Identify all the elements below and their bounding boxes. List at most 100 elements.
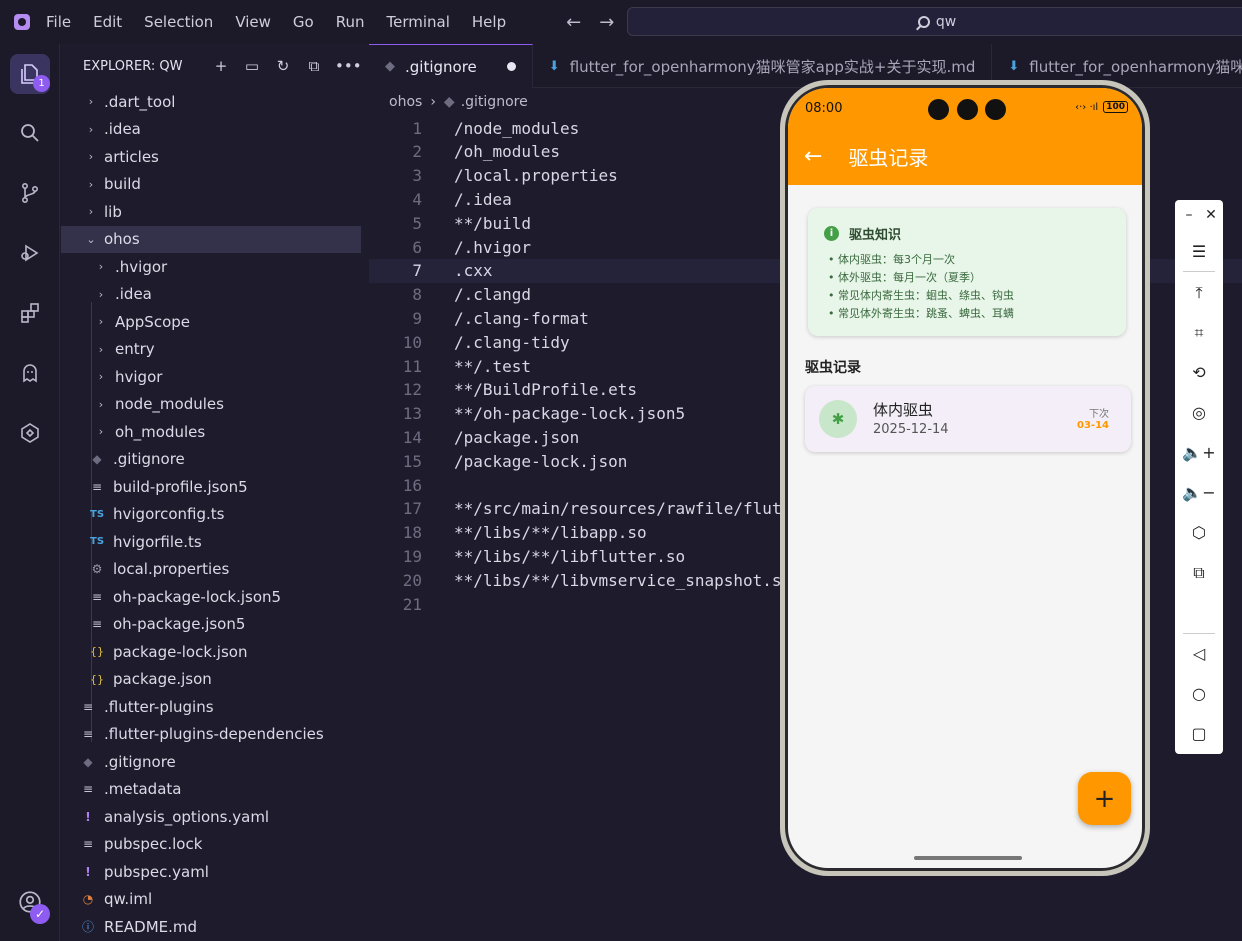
shake-icon[interactable]: ⬡: [1175, 521, 1223, 545]
tree-item[interactable]: ◔ qw.iml: [61, 886, 361, 913]
tree-item[interactable]: › lib: [61, 198, 361, 225]
tree-item[interactable]: › .idea: [61, 281, 361, 308]
line-text: /.hvigor: [454, 237, 532, 257]
add-record-button[interactable]: +: [1078, 772, 1131, 825]
tab-gitignore[interactable]: ◆ .gitignore: [369, 44, 533, 88]
tree-item[interactable]: ≡ .flutter-plugins-dependencies: [61, 721, 361, 748]
menu-run[interactable]: Run: [336, 13, 365, 31]
tab-label: flutter_for_openharmony猫咪: [1029, 57, 1242, 76]
back-arrow-icon[interactable]: ←: [804, 144, 822, 169]
menu-icon[interactable]: ☰: [1175, 240, 1223, 264]
tree-item[interactable]: › oh_modules: [61, 418, 361, 445]
explorer-header: EXPLORER: QW + ▭ ↻ ⧉ •••: [61, 44, 369, 88]
chevron-right-icon: ›: [88, 205, 94, 218]
tree-item[interactable]: › hvigor: [61, 363, 361, 390]
tree-item[interactable]: ≡ .metadata: [61, 776, 361, 803]
ghost-icon[interactable]: [10, 353, 50, 393]
nav-back-icon[interactable]: ◁: [1175, 642, 1223, 666]
refresh-icon[interactable]: ↻: [273, 56, 293, 76]
breadcrumb-folder[interactable]: ohos: [389, 94, 422, 110]
tree-item-label: build-profile.json5: [113, 477, 248, 496]
chevron-right-icon: ›: [98, 287, 104, 301]
tree-item-label: local.properties: [113, 560, 230, 578]
line-number: 1: [412, 118, 422, 138]
tree-item[interactable]: › entry: [61, 336, 361, 363]
command-search-box[interactable]: qw: [627, 7, 1242, 36]
tree-item-label: .metadata: [104, 780, 182, 798]
yaml-file-icon: !: [85, 809, 91, 824]
tree-item-selected[interactable]: ⌄ ohos: [61, 225, 361, 253]
multi-device-icon[interactable]: ⧉: [1175, 561, 1223, 585]
rotate-icon[interactable]: ⟲: [1175, 361, 1223, 385]
tree-item[interactable]: › .hvigor: [61, 253, 361, 280]
menu-help[interactable]: Help: [472, 13, 506, 31]
tree-item[interactable]: ≡ oh-package-lock.json5: [61, 583, 361, 610]
location-icon[interactable]: ◎: [1175, 401, 1223, 425]
search-icon[interactable]: [10, 113, 50, 153]
collapse-all-icon[interactable]: ⧉: [304, 56, 324, 76]
explorer-title: EXPLORER: QW: [83, 58, 183, 74]
typescript-file-icon: TS: [90, 508, 105, 520]
tree-item[interactable]: › .dart_tool: [61, 88, 361, 115]
menu-edit[interactable]: Edit: [93, 13, 122, 31]
menu-terminal[interactable]: Terminal: [387, 13, 450, 31]
menu-go[interactable]: Go: [293, 13, 314, 31]
yaml-file-icon: !: [85, 864, 91, 879]
unsaved-dot-icon[interactable]: [506, 62, 516, 71]
tree-item[interactable]: ≡ oh-package.json5: [61, 611, 361, 638]
tree-item[interactable]: {} package.json: [61, 666, 361, 693]
tree-item-label: oh-package.json5: [113, 615, 246, 633]
source-control-icon[interactable]: [10, 173, 50, 213]
line-number: 14: [402, 427, 422, 447]
forward-arrow-icon[interactable]: →: [599, 12, 614, 33]
tree-item[interactable]: TS hvigorfile.ts: [61, 528, 361, 555]
text-file-icon: ≡: [82, 727, 94, 741]
tree-item[interactable]: TS hvigorconfig.ts: [61, 501, 361, 528]
tree-item[interactable]: ≡ .flutter-plugins: [61, 693, 361, 720]
tree-item[interactable]: ≡ build-profile.json5: [61, 473, 361, 500]
back-arrow-icon[interactable]: ←: [566, 12, 581, 33]
pin-top-icon[interactable]: ⤒: [1175, 281, 1223, 305]
nav-home-icon[interactable]: ○: [1175, 682, 1223, 706]
tree-item[interactable]: ⚙ local.properties: [61, 556, 361, 583]
new-folder-icon[interactable]: ▭: [242, 56, 262, 76]
volume-down-icon[interactable]: 🔈−: [1175, 481, 1223, 505]
more-actions-icon[interactable]: •••: [335, 56, 362, 76]
volume-up-icon[interactable]: 🔈+: [1175, 441, 1223, 465]
tree-item[interactable]: › AppScope: [61, 308, 361, 335]
explorer-badge: 1: [33, 75, 50, 92]
tree-item[interactable]: ◆ .gitignore: [61, 446, 361, 473]
line-number: 21: [402, 594, 422, 614]
home-indicator[interactable]: [914, 856, 1022, 860]
nav-recent-icon[interactable]: ▢: [1175, 722, 1223, 746]
tree-item[interactable]: › .idea: [61, 116, 361, 143]
rss-file-icon: ◔: [82, 892, 94, 906]
tree-item[interactable]: {} package-lock.json: [61, 638, 361, 665]
tree-item-label: node_modules: [115, 395, 224, 413]
tree-item[interactable]: › build: [61, 171, 361, 198]
menu-file[interactable]: File: [46, 13, 71, 31]
tree-item[interactable]: › node_modules: [61, 391, 361, 418]
tree-item[interactable]: ! analysis_options.yaml: [61, 803, 361, 830]
chevron-right-icon: ›: [88, 177, 94, 191]
run-debug-icon[interactable]: [10, 233, 50, 273]
deworm-record-card[interactable]: ✱ 体内驱虫 2025-12-14 下次 03-14: [805, 386, 1131, 452]
harmony-icon[interactable]: [10, 413, 50, 453]
extensions-icon[interactable]: [10, 293, 50, 333]
tree-item[interactable]: ≡ pubspec.lock: [61, 831, 361, 858]
chevron-right-icon: ›: [98, 397, 104, 411]
breadcrumb-file[interactable]: .gitignore: [461, 94, 528, 110]
git-file-icon: ◆: [83, 754, 93, 769]
tree-item[interactable]: ◆ .gitignore: [61, 748, 361, 775]
chevron-right-icon: ›: [98, 370, 104, 383]
menu-view[interactable]: View: [235, 13, 271, 31]
menu-selection[interactable]: Selection: [144, 13, 213, 31]
tree-item-label: lib: [104, 202, 122, 221]
crop-icon[interactable]: ⌗: [1175, 321, 1223, 345]
new-file-icon[interactable]: +: [211, 56, 231, 76]
tree-item[interactable]: ⓘ README.md: [61, 913, 361, 940]
tree-item[interactable]: › articles: [61, 143, 361, 170]
close-icon[interactable]: ✕: [1187, 203, 1235, 227]
battery-icon: 100: [1103, 101, 1128, 113]
tree-item[interactable]: ! pubspec.yaml: [61, 858, 361, 885]
